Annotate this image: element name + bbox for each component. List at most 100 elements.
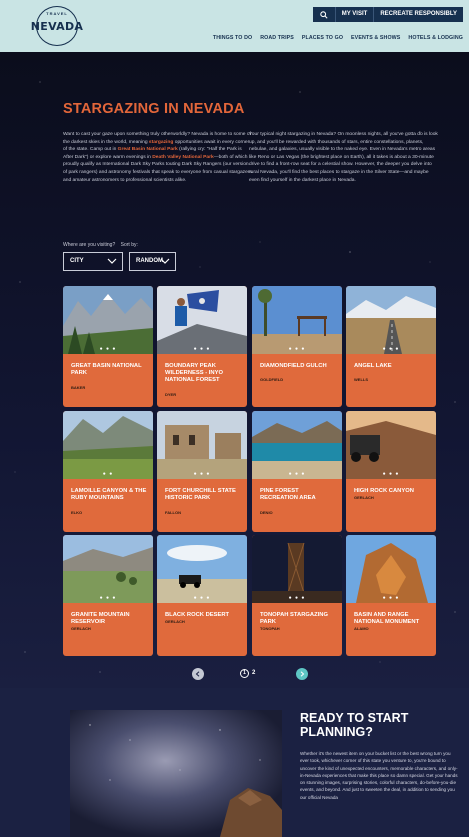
card-image xyxy=(346,286,436,354)
card-location: ELKO xyxy=(71,510,83,515)
card-location: BAKER xyxy=(71,385,86,390)
card-image xyxy=(346,535,436,603)
filters-label: Where are you visiting? Sort by: xyxy=(63,242,138,248)
destination-card[interactable]: ● ● ● HIGH ROCK CANYON GERLACH xyxy=(346,411,436,532)
planning-title: READY TO START PLANNING? xyxy=(300,711,409,739)
nav-events-shows[interactable]: EVENTS & SHOWS xyxy=(351,35,400,41)
card-location: GERLACH xyxy=(165,619,185,624)
sort-label: Sort by: xyxy=(120,242,138,248)
chevron-down-icon xyxy=(160,258,170,264)
page-1-link[interactable]: 1 xyxy=(240,669,249,678)
destination-card[interactable]: ● ● ● FORT CHURCHILL STATE HISTORIC PARK… xyxy=(157,411,247,532)
planning-section: READY TO START PLANNING? Whether it's th… xyxy=(0,688,469,837)
main-nav: THINGS TO DO ROAD TRIPS PLACES TO GO EVE… xyxy=(213,35,463,41)
destination-card[interactable]: ● ● ● BASIN AND RANGE NATIONAL MONUMENT … xyxy=(346,535,436,656)
chevron-left-icon xyxy=(195,671,200,677)
recreate-responsibly-link[interactable]: RECREATE RESPONSIBLY xyxy=(373,7,463,22)
visiting-label: Where are you visiting? xyxy=(63,242,116,248)
sort-select[interactable]: RANDOM xyxy=(129,252,176,271)
carousel-dots[interactable]: ● ● ● xyxy=(157,471,247,477)
carousel-dots[interactable]: ● ● ● xyxy=(63,346,153,352)
page-title: STARGAZING IN NEVADA xyxy=(63,101,245,117)
card-location: GOLDFIELD xyxy=(260,377,284,382)
card-image xyxy=(252,411,342,479)
nav-road-trips[interactable]: ROAD TRIPS xyxy=(260,35,294,41)
great-basin-link[interactable]: Great Basin National Park xyxy=(118,147,178,152)
card-image xyxy=(63,411,153,479)
carousel-dots[interactable]: ● ● ● xyxy=(157,346,247,352)
carousel-dots[interactable]: ● ● ● xyxy=(346,346,436,352)
carousel-dots[interactable]: ● ● ● xyxy=(346,471,436,477)
card-image xyxy=(252,535,342,603)
card-image xyxy=(252,286,342,354)
carousel-dots[interactable]: ● ● ● xyxy=(252,346,342,352)
planning-text: Whether it's the newest item on your buc… xyxy=(300,751,458,800)
card-image xyxy=(63,535,153,603)
card-title: DIAMONDFIELD GULCH xyxy=(260,363,327,369)
destination-card[interactable]: ● ● ● GREAT BASIN NATIONAL PARK BAKER xyxy=(63,286,153,407)
card-image xyxy=(63,286,153,354)
carousel-dots[interactable]: ● ● ● xyxy=(346,595,436,601)
card-title: GRANITE MOUNTAIN RESERVOIR xyxy=(71,612,130,625)
card-title: HIGH ROCK CANYON xyxy=(354,488,414,494)
card-title: BOUNDARY PEAK WILDERNESS - INYO NATIONAL… xyxy=(165,363,223,383)
carousel-dots[interactable]: ● ● ● xyxy=(157,595,247,601)
chevron-right-icon xyxy=(300,671,305,677)
next-page-button[interactable] xyxy=(296,668,308,680)
card-location: GERLACH xyxy=(354,495,374,500)
intro-column-left: Want to cast your gaze upon something tr… xyxy=(63,131,253,184)
search-icon xyxy=(320,10,328,19)
card-image xyxy=(157,286,247,354)
card-title: GREAT BASIN NATIONAL PARK xyxy=(71,363,142,376)
death-valley-link[interactable]: Death Valley National Park xyxy=(152,155,213,160)
card-location: WELLS xyxy=(354,377,368,382)
prev-page-button[interactable] xyxy=(192,668,204,680)
page-numbers: 12 xyxy=(240,669,255,678)
destination-card[interactable]: ● ● ● BOUNDARY PEAK WILDERNESS - INYO NA… xyxy=(157,286,247,407)
card-location: GERLACH xyxy=(71,626,91,631)
carousel-dots[interactable]: ● ● ● xyxy=(252,595,342,601)
card-title: ANGEL LAKE xyxy=(354,363,392,369)
destination-card[interactable]: ● ● ● GRANITE MOUNTAIN RESERVOIR GERLACH xyxy=(63,535,153,656)
card-title: LAMOILLE CANYON & THE RUBY MOUNTAINS xyxy=(71,488,147,501)
page-2-link[interactable]: 2 xyxy=(252,670,255,676)
card-title: FORT CHURCHILL STATE HISTORIC PARK xyxy=(165,488,236,501)
card-location: TONOPAH xyxy=(260,626,280,631)
intro-column-right: Your typical night stargazing in Nevada?… xyxy=(249,132,438,183)
card-location: FALLON xyxy=(165,510,181,515)
destination-card[interactable]: ● ● ● BLACK ROCK DESERT GERLACH xyxy=(157,535,247,656)
card-location: DYER xyxy=(165,392,177,397)
destination-card[interactable]: ● ● LAMOILLE CANYON & THE RUBY MOUNTAINS… xyxy=(63,411,153,532)
logo-nevada-text: NEVADA xyxy=(30,20,84,33)
chevron-down-icon xyxy=(107,258,117,264)
card-title: BLACK ROCK DESERT xyxy=(165,612,230,618)
search-button[interactable] xyxy=(313,7,335,22)
card-image xyxy=(157,411,247,479)
visiting-select-value: CITY xyxy=(70,258,84,264)
card-title: TONOPAH STARGAZING PARK xyxy=(260,612,328,625)
carousel-dots[interactable]: ● ● ● xyxy=(252,471,342,477)
night-sky-photo xyxy=(70,710,282,837)
destination-card[interactable]: ● ● ● ANGEL LAKE WELLS xyxy=(346,286,436,407)
carousel-dots[interactable]: ● ● xyxy=(63,471,153,477)
utility-bar: MY VISIT RECREATE RESPONSIBLY xyxy=(312,7,463,22)
travel-nevada-logo[interactable]: TRAVEL NEVADA xyxy=(30,6,84,46)
nav-things-to-do[interactable]: THINGS TO DO xyxy=(213,35,252,41)
card-title: BASIN AND RANGE NATIONAL MONUMENT xyxy=(354,612,420,625)
logo-travel-text: TRAVEL xyxy=(46,11,68,16)
visiting-select[interactable]: CITY xyxy=(63,252,123,271)
card-title: PINE FOREST RECREATION AREA xyxy=(260,488,316,501)
nav-places-to-go[interactable]: PLACES TO GO xyxy=(302,35,343,41)
destination-card[interactable]: ● ● ● PINE FOREST RECREATION AREA DENIO xyxy=(252,411,342,532)
card-location: ALAMO xyxy=(354,626,369,631)
destination-card[interactable]: ● ● ● TONOPAH STARGAZING PARK TONOPAH xyxy=(252,535,342,656)
nav-hotels-lodging[interactable]: HOTELS & LODGING xyxy=(408,35,463,41)
card-image xyxy=(346,411,436,479)
site-header: TRAVEL NEVADA MY VISIT RECREATE RESPONSI… xyxy=(0,0,469,52)
sort-select-value: RANDOM xyxy=(136,258,163,264)
carousel-dots[interactable]: ● ● ● xyxy=(63,595,153,601)
my-visit-link[interactable]: MY VISIT xyxy=(334,7,374,22)
destination-card[interactable]: ● ● ● DIAMONDFIELD GULCH GOLDFIELD xyxy=(252,286,342,407)
card-location: DENIO xyxy=(260,510,273,515)
stargazing-link[interactable]: stargazing xyxy=(149,140,173,145)
